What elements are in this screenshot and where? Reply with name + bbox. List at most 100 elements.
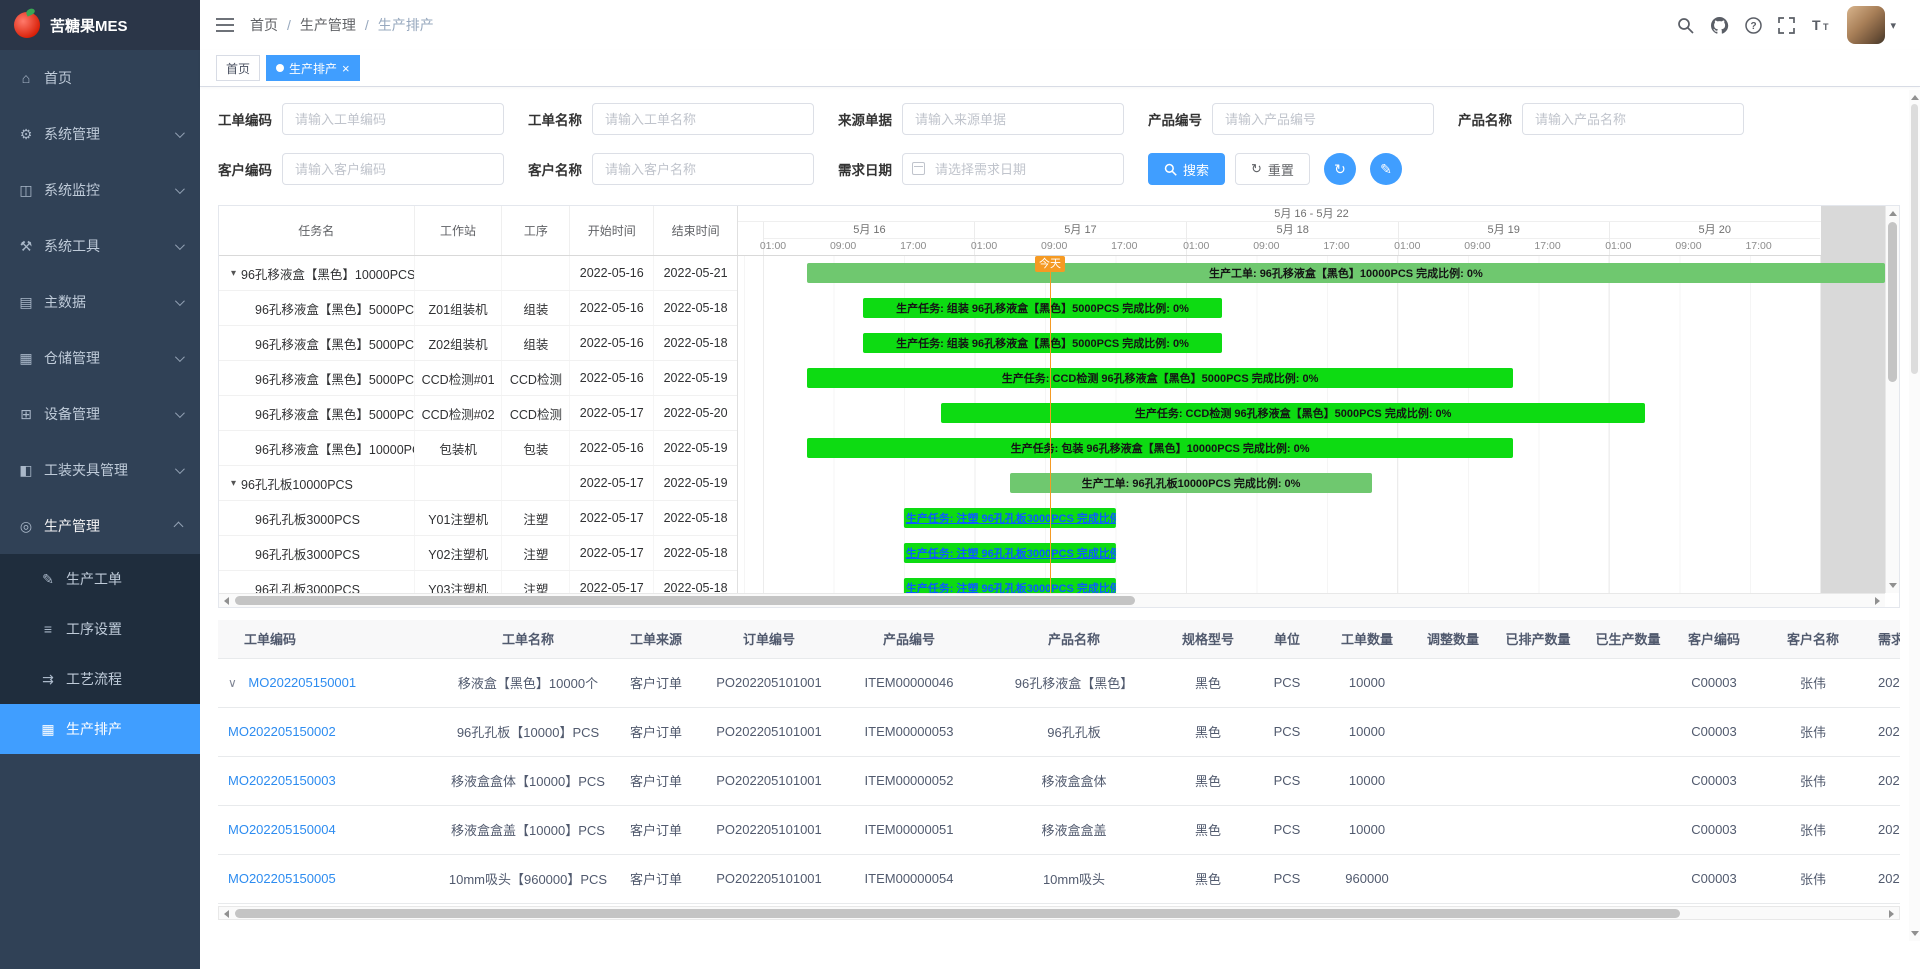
- user-menu[interactable]: ▾: [1847, 6, 1896, 44]
- vscroll-thumb[interactable]: [1888, 222, 1897, 382]
- font-size-icon[interactable]: TT: [1811, 17, 1831, 33]
- gantt-bar[interactable]: 生产任务: 注塑 96孔孔板3000PCS 完成比例: 0%: [904, 508, 1116, 528]
- order-code-link[interactable]: MO202205150005: [228, 871, 336, 886]
- orders-column-header: 单位: [1252, 620, 1322, 658]
- search-icon[interactable]: [1677, 17, 1694, 34]
- order-code-link[interactable]: MO202205150004: [228, 822, 336, 837]
- gantt-bar[interactable]: 生产任务: 包装 96孔移液盒【黑色】10000PCS 完成比例: 0%: [807, 438, 1514, 458]
- order-row[interactable]: ∨ MO202205150003 移液盒盒体【10000】PCS 客户订单 PO…: [218, 756, 1900, 805]
- order-row[interactable]: ∨ MO202205150002 96孔孔板【10000】PCS 客户订单 PO…: [218, 707, 1900, 756]
- sidebar-subitem[interactable]: 工序设置: [0, 604, 200, 654]
- sidebar-subitem[interactable]: 工艺流程: [0, 654, 200, 704]
- sidebar-item[interactable]: 工装夹具管理: [0, 442, 200, 498]
- gantt-task-row[interactable]: ▾ 96孔移液盒【黑色】10000PCS 包装机 包装 2022-05-16 2…: [219, 431, 737, 466]
- gantt-task-row[interactable]: ▾ 96孔孔板3000PCS Y02注塑机 注塑 2022-05-17 2022…: [219, 536, 737, 571]
- scroll-left-arrow[interactable]: [224, 597, 229, 605]
- expand-caret-icon[interactable]: ∨: [228, 676, 237, 690]
- github-icon[interactable]: [1710, 16, 1729, 34]
- sidebar-item[interactable]: 仓储管理: [0, 330, 200, 386]
- gantt-task-row[interactable]: ▾ 96孔孔板3000PCS Y03注塑机 注塑 2022-05-17 2022…: [219, 571, 737, 593]
- orders-column-header: 已排产数量: [1494, 620, 1582, 658]
- gantt-bar[interactable]: 生产任务: 组装 96孔移液盒【黑色】5000PCS 完成比例: 0%: [863, 298, 1222, 318]
- gantt-task-row[interactable]: ▾ 96孔移液盒【黑色】5000PCS Z02组装机 组装 2022-05-16…: [219, 326, 737, 361]
- gantt-task-row[interactable]: ▾ 96孔移液盒【黑色】5000PCS CCD检测#01 CCD检测 2022-…: [219, 361, 737, 396]
- view-tab[interactable]: 生产排产 ×: [266, 55, 360, 81]
- sidebar-item[interactable]: 首页: [0, 50, 200, 106]
- breadcrumb-item[interactable]: 生产管理: [300, 15, 378, 35]
- gantt-task-row[interactable]: ▾ 96孔移液盒【黑色】10000PCS 2022-05-16 2022-05-…: [219, 256, 737, 291]
- gantt-bar[interactable]: 生产任务: CCD检测 96孔移液盒【黑色】5000PCS 完成比例: 0%: [807, 368, 1514, 388]
- order-name-cell: 96孔孔板【10000】PCS: [448, 707, 608, 756]
- sidebar-item[interactable]: 生产管理: [0, 498, 200, 554]
- scroll-right-arrow[interactable]: [1889, 910, 1894, 918]
- gantt-bar-row: 生产工单: 96孔孔板10000PCS 完成比例: 0%: [738, 466, 1885, 501]
- collapse-caret-icon[interactable]: ▾: [231, 268, 236, 279]
- gantt-task-row[interactable]: ▾ 96孔孔板10000PCS 2022-05-17 2022-05-19: [219, 466, 737, 501]
- reset-button[interactable]: ↻ 重置: [1235, 153, 1310, 185]
- sidebar-item[interactable]: 主数据: [0, 274, 200, 330]
- hscroll-thumb[interactable]: [235, 909, 1680, 918]
- product-name-cell: 96孔移液盒【黑色】: [984, 658, 1164, 707]
- scroll-up-arrow[interactable]: [1911, 95, 1919, 100]
- workstation-cell: Y03注塑机: [415, 571, 503, 593]
- po-number-cell: PO202205101001: [704, 658, 834, 707]
- sidebar-item[interactable]: 系统监控: [0, 162, 200, 218]
- app-logo[interactable]: 苦糖果MES: [0, 0, 200, 50]
- gantt-bar[interactable]: 生产工单: 96孔移液盒【黑色】10000PCS 完成比例: 0%: [807, 263, 1885, 283]
- scroll-down-arrow[interactable]: [1889, 583, 1897, 588]
- gantt-bar[interactable]: 生产任务: CCD检测 96孔移液盒【黑色】5000PCS 完成比例: 0%: [941, 403, 1645, 423]
- filter-input[interactable]: [282, 103, 504, 135]
- view-tab[interactable]: 首页 ×: [216, 55, 260, 81]
- page-scroll-thumb[interactable]: [1911, 104, 1918, 374]
- order-code-link[interactable]: MO202205150002: [228, 724, 336, 739]
- refresh-schedule-button[interactable]: ↻: [1324, 153, 1356, 185]
- order-code-link[interactable]: MO202205150001: [248, 675, 356, 690]
- search-button[interactable]: 搜索: [1148, 153, 1225, 185]
- gantt-task-row[interactable]: ▾ 96孔孔板3000PCS Y01注塑机 注塑 2022-05-17 2022…: [219, 501, 737, 536]
- chevron-down-icon: [175, 240, 185, 250]
- filter-input[interactable]: [592, 153, 814, 185]
- process-cell: 组装: [502, 326, 570, 360]
- task-name-cell: ▾ 96孔孔板3000PCS: [219, 571, 415, 593]
- close-icon[interactable]: ×: [342, 62, 350, 75]
- gantt-bar[interactable]: 生产任务: 组装 96孔移液盒【黑色】5000PCS 完成比例: 0%: [863, 333, 1222, 353]
- order-code-link[interactable]: MO202205150003: [228, 773, 336, 788]
- gantt-task-row[interactable]: ▾ 96孔移液盒【黑色】5000PCS Z01组装机 组装 2022-05-16…: [219, 291, 737, 326]
- scroll-up-arrow[interactable]: [1889, 211, 1897, 216]
- sidebar-item[interactable]: 系统工具: [0, 218, 200, 274]
- breadcrumb-item[interactable]: 首页: [250, 15, 300, 35]
- sidebar-toggle-icon[interactable]: [216, 17, 234, 33]
- filter-input[interactable]: [1212, 103, 1434, 135]
- filter-input[interactable]: [592, 103, 814, 135]
- gantt-bar[interactable]: 生产任务: 注塑 96孔孔板3000PCS 完成比例: 0%: [904, 578, 1116, 593]
- filter-input[interactable]: [902, 103, 1124, 135]
- scroll-left-arrow[interactable]: [224, 910, 229, 918]
- sidebar-item-label: 系统工具: [44, 236, 165, 256]
- fullscreen-icon[interactable]: [1778, 17, 1795, 34]
- produced-qty-cell: [1582, 658, 1674, 707]
- collapse-caret-icon[interactable]: ▾: [231, 478, 236, 489]
- sidebar-item[interactable]: 设备管理: [0, 386, 200, 442]
- edit-schedule-button[interactable]: ✎: [1370, 153, 1402, 185]
- gantt-task-row[interactable]: ▾ 96孔移液盒【黑色】5000PCS CCD检测#02 CCD检测 2022-…: [219, 396, 737, 431]
- filter-input[interactable]: [1522, 103, 1744, 135]
- avatar[interactable]: [1847, 6, 1885, 44]
- task-name-cell: ▾ 96孔孔板3000PCS: [219, 536, 415, 570]
- breadcrumb-item[interactable]: 生产排产: [378, 15, 434, 35]
- order-row[interactable]: ∨ MO202205150004 移液盒盒盖【10000】PCS 客户订单 PO…: [218, 805, 1900, 854]
- sidebar-item[interactable]: 系统管理: [0, 106, 200, 162]
- scroll-down-arrow[interactable]: [1911, 931, 1919, 936]
- filter-input[interactable]: [282, 153, 504, 185]
- scroll-right-arrow[interactable]: [1875, 597, 1880, 605]
- orders-column-header: 工单名称: [448, 620, 608, 658]
- help-icon[interactable]: ?: [1745, 17, 1762, 34]
- order-row[interactable]: ∨ MO202205150005 10mm吸头【960000】PCS 客户订单 …: [218, 854, 1900, 903]
- order-row[interactable]: ∨ MO202205150001 移液盒【黑色】10000个 客户订单 PO20…: [218, 658, 1900, 707]
- date-input[interactable]: [902, 153, 1124, 185]
- sidebar-subitem[interactable]: 生产工单: [0, 554, 200, 604]
- gantt-bar[interactable]: 生产任务: 注塑 96孔孔板3000PCS 完成比例: 0%: [904, 543, 1116, 563]
- gantt-bar[interactable]: 生产工单: 96孔孔板10000PCS 完成比例: 0%: [1010, 473, 1372, 493]
- sidebar-subitem[interactable]: 生产排产: [0, 704, 200, 754]
- task-name: 96孔移液盒【黑色】10000PCS: [255, 439, 415, 458]
- hscroll-thumb[interactable]: [235, 596, 1135, 605]
